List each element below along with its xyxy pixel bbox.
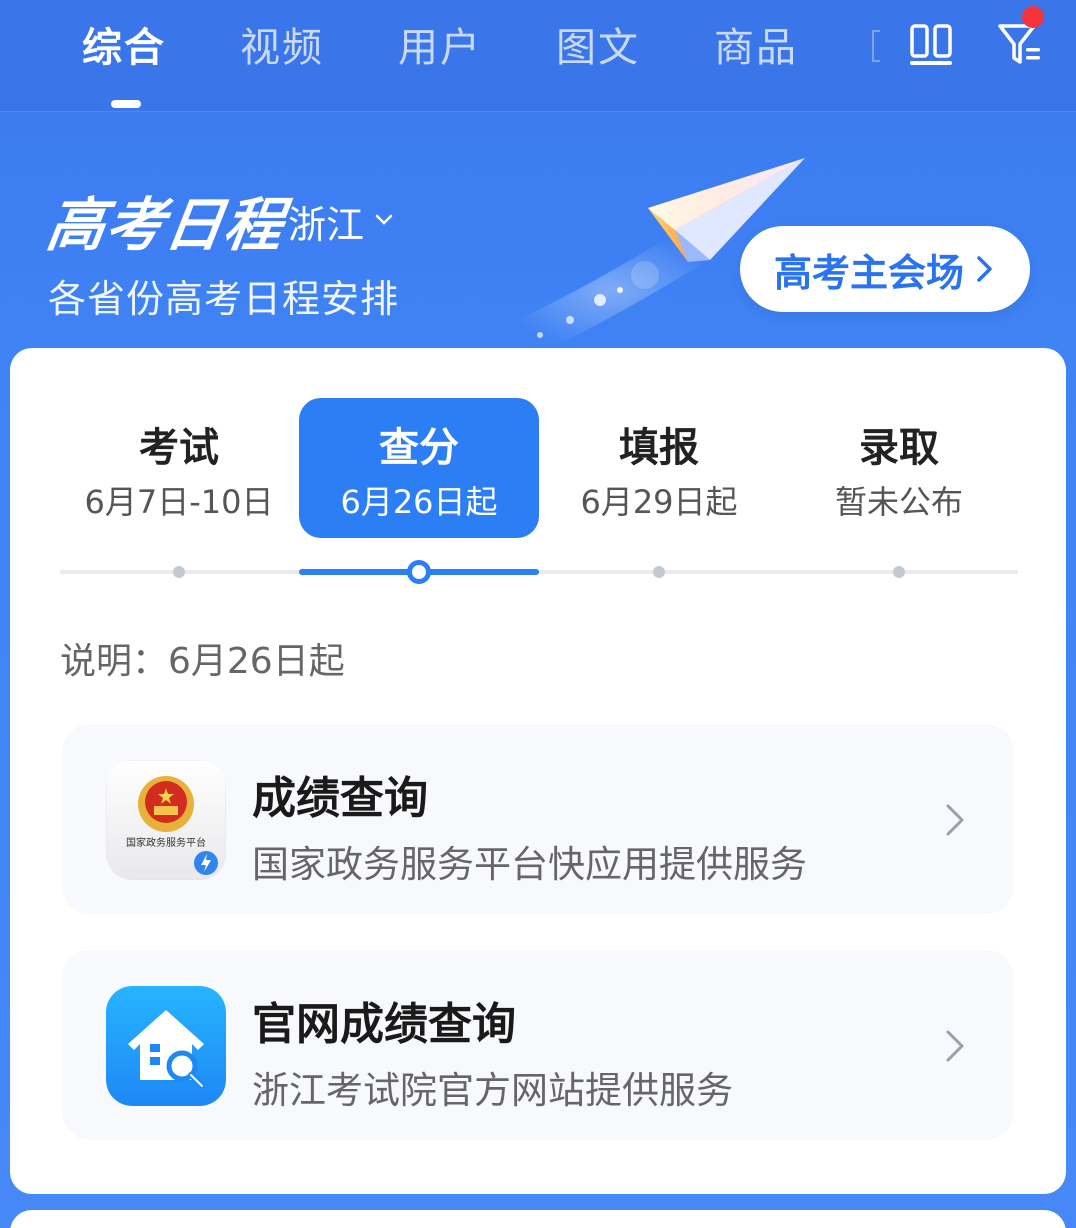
main-venue-button[interactable]: 高考主会场 <box>740 226 1030 312</box>
service-title: 成绩查询 <box>252 773 428 824</box>
chevron-right-icon <box>977 256 992 282</box>
tab-products[interactable]: 商品 <box>714 18 798 78</box>
stage-date: 6月26日起 <box>340 483 498 521</box>
stage-name: 录取 <box>859 425 939 471</box>
tab-overflow-divider <box>872 30 880 62</box>
service-title: 官网成绩查询 <box>252 999 516 1050</box>
chevron-down-icon[interactable] <box>372 208 396 232</box>
stage-note: 说明：6月26日起 <box>60 641 345 682</box>
timeline-dot <box>653 566 665 578</box>
stage-name: 查分 <box>379 425 459 471</box>
stage-date: 暂未公布 <box>834 483 963 521</box>
chevron-right-icon <box>946 804 964 836</box>
chevron-right-icon <box>946 1030 964 1062</box>
official-score-query-service[interactable]: 官网成绩查询 浙江考试院官方网站提供服务 <box>62 950 1014 1140</box>
stage-name: 填报 <box>619 425 699 471</box>
score-query-service[interactable]: 国家政务服务平台 成绩查询 国家政务服务平台快应用提供服务 <box>62 724 1014 914</box>
stage-admission[interactable]: 录取 暂未公布 <box>779 398 1019 538</box>
stage-date: 6月7日-10日 <box>84 483 274 521</box>
banner-title: 高考日程 <box>42 191 289 259</box>
province-selector[interactable]: 浙江 <box>288 194 364 249</box>
stage-name: 考试 <box>139 425 219 471</box>
schedule-card: 考试 6月7日-10日 查分 6月26日起 填报 6月29日起 录取 暂未公布 … <box>10 348 1066 1194</box>
filter-badge-dot <box>1022 6 1044 28</box>
timeline-dot <box>173 566 185 578</box>
stage-score-check[interactable]: 查分 6月26日起 <box>299 398 539 538</box>
tab-articles[interactable]: 图文 <box>556 18 640 78</box>
grid-toggle-icon[interactable] <box>908 22 954 68</box>
gov-icon-text: 国家政务服务平台 <box>126 836 206 849</box>
tab-comprehensive[interactable]: 综合 <box>82 18 166 78</box>
timeline-dot-current <box>407 560 431 584</box>
stage-application[interactable]: 填报 6月29日起 <box>539 398 779 538</box>
service-description: 浙江考试院官方网站提供服务 <box>252 1069 733 1112</box>
banner-subtitle: 各省份高考日程安排 <box>48 277 400 321</box>
timeline-dot <box>893 566 905 578</box>
next-card-peek <box>10 1210 1066 1228</box>
service-description: 国家政务服务平台快应用提供服务 <box>252 843 807 886</box>
stage-exam[interactable]: 考试 6月7日-10日 <box>59 398 299 538</box>
tab-video[interactable]: 视频 <box>240 18 324 78</box>
main-venue-label: 高考主会场 <box>773 250 964 295</box>
house-search-icon <box>106 986 226 1106</box>
tab-users[interactable]: 用户 <box>398 18 482 78</box>
stage-date: 6月29日起 <box>580 483 738 521</box>
top-tab-bar: 综合 视频 用户 图文 商品 <box>0 0 1076 112</box>
gov-service-platform-icon: 国家政务服务平台 <box>106 760 226 880</box>
timeline-track <box>60 570 1018 574</box>
active-tab-indicator <box>111 100 141 108</box>
